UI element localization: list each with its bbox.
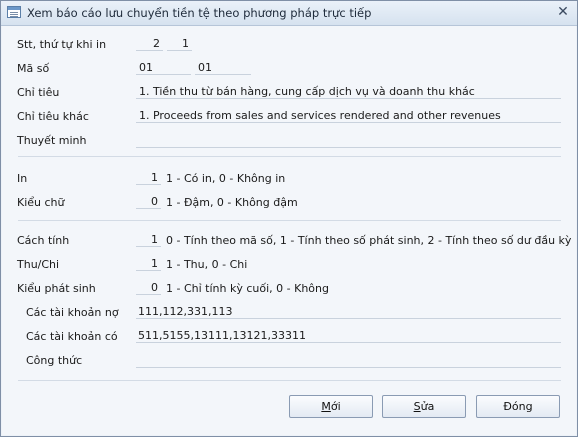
stt-label: Stt, thứ tự khi in [17, 38, 107, 51]
cong-thuc-field[interactable] [136, 353, 561, 368]
close-icon[interactable]: ✕ [555, 4, 571, 20]
tk-no-field[interactable]: 111,112,331,113 [136, 305, 561, 319]
ma-so-label: Mã số [17, 62, 50, 75]
divider [18, 220, 561, 221]
tk-co-label: Các tài khoản có [26, 330, 118, 343]
kieu-chu-hint: 1 - Đậm, 0 - Không đậm [166, 196, 298, 209]
thuyet-minh-label: Thuyết minh [17, 134, 87, 147]
cach-tinh-hint: 0 - Tính theo mã số, 1 - Tính theo số ph… [166, 234, 572, 247]
chi-tieu-label: Chỉ tiêu [17, 86, 60, 99]
edit-button-accel: S [413, 400, 421, 413]
kieu-phat-sinh-field[interactable]: 0 [136, 281, 161, 295]
edit-button-label: ửa [420, 400, 435, 413]
divider [18, 380, 561, 381]
thu-chi-field[interactable]: 1 [136, 257, 161, 271]
cach-tinh-field[interactable]: 1 [136, 233, 161, 247]
thu-chi-label: Thu/Chi [17, 258, 60, 271]
new-button[interactable]: Mới [289, 395, 373, 418]
cach-tinh-label: Cách tính [17, 234, 70, 247]
ma-so-2-field[interactable]: 01 [195, 61, 251, 75]
chi-tieu-field[interactable]: 1. Tiền thu từ bán hàng, cung cấp dịch v… [136, 85, 561, 99]
in-hint: 1 - Có in, 0 - Không in [166, 172, 286, 185]
chi-tieu-khac-label: Chỉ tiêu khác [17, 110, 89, 123]
chi-tieu-khac-field[interactable]: 1. Proceeds from sales and services rend… [136, 109, 561, 123]
divider [18, 156, 561, 157]
new-button-accel: M [321, 400, 331, 413]
dialog-window: Xem báo cáo lưu chuyển tiền tệ theo phươ… [0, 0, 578, 437]
thu-chi-hint: 1 - Thu, 0 - Chi [166, 258, 248, 271]
stt-field[interactable]: 2 [136, 37, 163, 51]
window-title: Xem báo cáo lưu chuyển tiền tệ theo phươ… [27, 6, 372, 20]
in-field[interactable]: 1 [136, 171, 161, 185]
tk-no-label: Các tài khoản nợ [26, 306, 119, 319]
new-button-label: ới [330, 400, 341, 413]
kieu-phat-sinh-label: Kiểu phát sinh [17, 282, 96, 295]
kieu-phat-sinh-hint: 1 - Chỉ tính kỳ cuối, 0 - Không [166, 282, 329, 295]
thuyet-minh-field[interactable] [136, 133, 561, 148]
close-button[interactable]: Đóng [476, 395, 560, 418]
ma-so-field[interactable]: 01 [136, 61, 191, 75]
form-body: Stt, thứ tự khi in 2 1 Mã số 01 01 Chỉ t… [2, 26, 576, 435]
kieu-chu-label: Kiểu chữ [17, 196, 65, 209]
tk-co-field[interactable]: 511,5155,13111,13121,33311 [136, 329, 561, 343]
close-button-label: Đóng [503, 400, 533, 413]
cong-thuc-label: Công thức [26, 354, 83, 367]
in-label: In [17, 172, 28, 185]
edit-button[interactable]: Sửa [382, 395, 466, 418]
stt-print-order-field[interactable]: 1 [167, 37, 192, 51]
kieu-chu-field[interactable]: 0 [136, 195, 161, 209]
report-icon [7, 6, 21, 18]
title-bar[interactable]: Xem báo cáo lưu chuyển tiền tệ theo phươ… [1, 1, 577, 26]
